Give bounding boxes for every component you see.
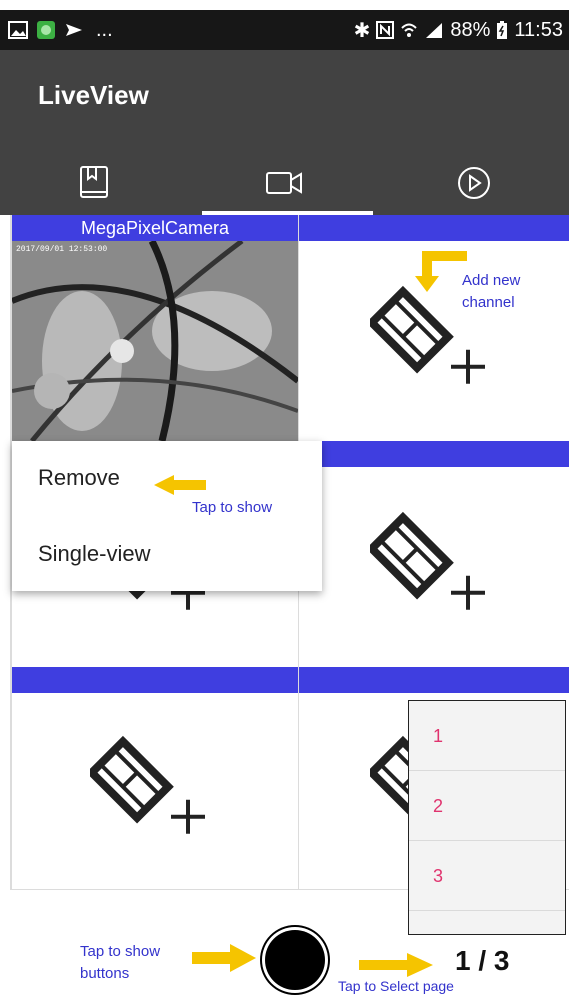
status-bar: ... ✱ 88% 11:53 [0,10,569,50]
tap-to-select-page-annotation: Tap to Select page [338,978,454,994]
tap-to-show-buttons-annotation: Tap to show buttons [80,943,161,982]
page-option-1[interactable]: 1 [409,701,565,771]
wifi-icon [401,23,418,37]
image-icon [8,21,28,39]
channel-cell-5[interactable] [11,667,298,890]
remove-menu-item[interactable]: Remove [38,465,120,491]
add-channel-arrow [415,251,467,292]
page-option-2[interactable]: 2 [409,771,565,841]
signal-icon [426,23,443,38]
clock: 11:53 [514,18,563,41]
channel-title-bar: MegaPixelCamera [12,215,298,241]
status-left: ... [8,19,113,42]
app-bar: LiveView [0,50,569,215]
add-channel-icon[interactable] [365,506,500,621]
nfc-icon [376,21,395,39]
page-select-menu: 1 2 3 [408,700,566,935]
bookmark-icon [79,165,108,198]
page-title: LiveView [38,80,149,110]
channel-title-bar [12,667,298,693]
channel-cell-1[interactable]: MegaPixelCamera 2017/09/01 12:53:00 [11,215,298,441]
page-indicator[interactable]: 1 / 3 [455,945,509,977]
add-new-channel-annotation: Add new channel [462,272,521,311]
app-icon [37,21,55,39]
tap-to-show-annotation: Tap to show [192,499,273,516]
film-add-icon [365,511,485,610]
battery-percent: 88% [450,18,491,41]
camera-feed-image [12,241,298,441]
status-right: ✱ 88% 11:53 [354,18,569,43]
single-view-menu-item[interactable]: Single-view [38,541,151,567]
fab-arrow [192,944,256,972]
tab-liveview[interactable] [190,150,380,215]
play-icon [458,166,491,199]
camera-feed[interactable]: 2017/09/01 12:53:00 [12,241,298,441]
show-buttons-fab[interactable] [265,930,325,990]
channel-title-bar [299,667,569,693]
tab-playback[interactable] [379,150,569,215]
channel-title-bar [299,441,569,467]
channel-title-bar [299,215,569,241]
mail-icon [66,24,82,36]
bluetooth-icon: ✱ [353,19,371,42]
battery-icon [497,21,508,39]
add-channel-icon[interactable] [86,730,220,845]
page-option-3[interactable]: 3 [409,841,565,911]
channel-cell-4[interactable] [298,441,569,667]
film-add-icon [86,735,205,834]
tab-bookmarks[interactable] [0,150,190,215]
tab-bar [0,150,569,215]
camera-timestamp: 2017/09/01 12:53:00 [16,245,108,254]
overflow-indicator: ... [96,18,113,41]
video-camera-icon [265,171,302,194]
